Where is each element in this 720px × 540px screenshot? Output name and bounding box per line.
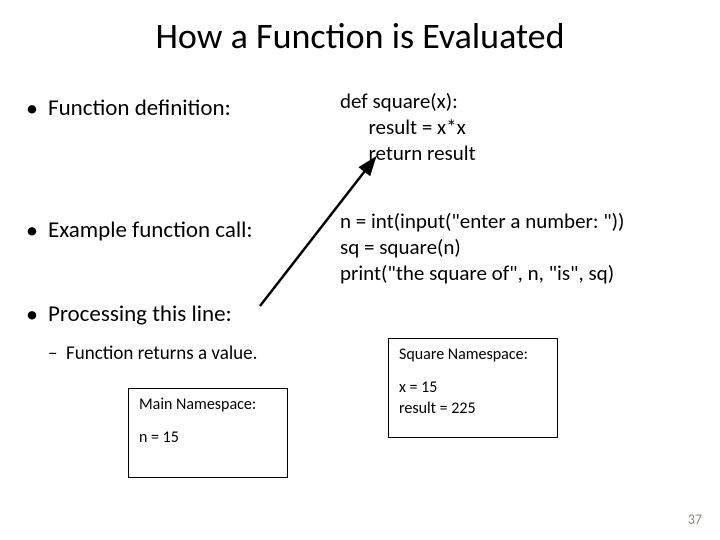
- bullet-text: Processing this line:: [48, 300, 232, 328]
- box-main-namespace: Main Namespace: n = 15: [128, 388, 288, 478]
- code-call-line2: sq = square(n): [340, 234, 461, 260]
- box-square-title: Square Namespace:: [399, 345, 547, 366]
- code-def-line1: def square(x):: [340, 88, 458, 114]
- bullet-processing: Processing this line:: [28, 300, 232, 328]
- slide-number: 37: [688, 511, 702, 528]
- box-square-namespace: Square Namespace: x = 15 result = 225: [388, 338, 558, 438]
- bullet-text: Function definition:: [48, 94, 231, 122]
- box-square-line1: x = 15: [399, 378, 547, 399]
- box-main-title: Main Namespace:: [139, 395, 277, 416]
- box-main-line1: n = 15: [139, 428, 277, 449]
- code-def-line3: return result: [340, 140, 476, 166]
- bullet-example-call: Example function call:: [28, 216, 253, 244]
- code-call-line3: print("the square of", n, "is", sq): [340, 260, 614, 286]
- code-call-line1: n = int(input("enter a number: ")): [340, 208, 624, 234]
- box-square-line2: result = 225: [399, 399, 547, 420]
- code-def-line2: result = x*x: [340, 114, 466, 140]
- bullet-text: Example function call:: [48, 216, 253, 244]
- bullet-sub-return: Function returns a value.: [66, 342, 257, 365]
- slide-title: How a Function is Evaluated: [0, 0, 720, 58]
- bullet-function-definition: Function definition:: [28, 94, 231, 122]
- slide-body: Function definition: Example function ca…: [0, 58, 720, 538]
